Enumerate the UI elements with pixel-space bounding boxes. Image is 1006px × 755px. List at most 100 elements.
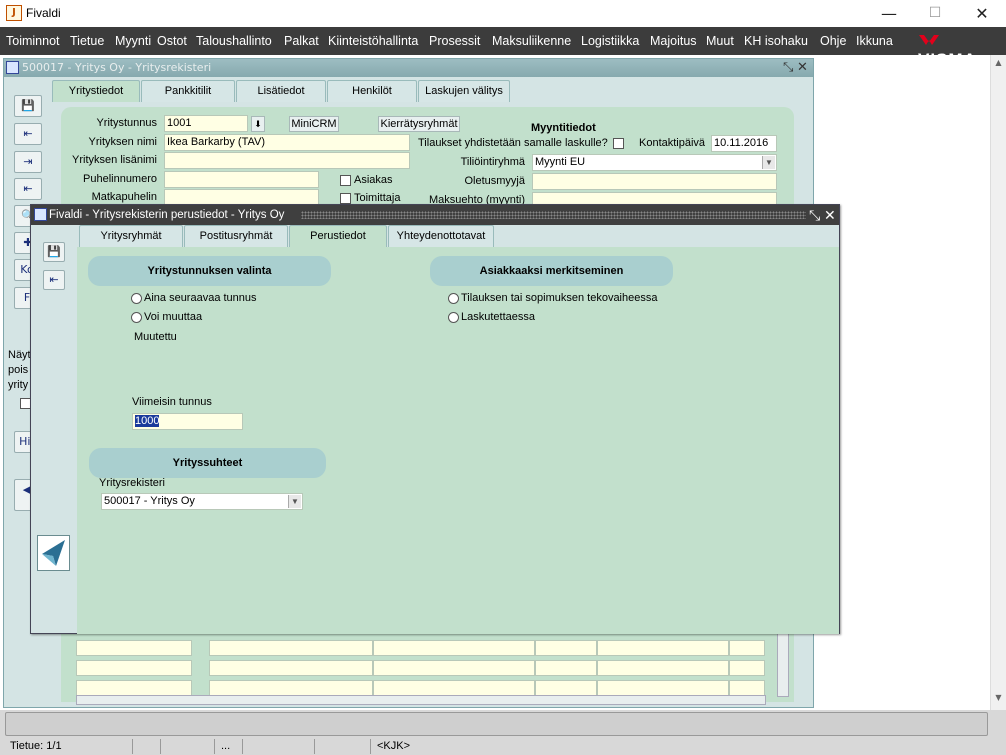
tab-yritysryhmat[interactable]: Yritysryhmät [79, 225, 183, 247]
next-record-icon[interactable]: ⇥ [14, 151, 42, 173]
menu-myynti[interactable]: Myynti [115, 34, 151, 48]
menu-taloushallinto[interactable]: Taloushallinto [196, 34, 272, 48]
grid-vertical-scrollbar[interactable] [777, 627, 789, 697]
bg-frame-title-bar: 500017 - Yritys Oy - Yritysrekisteri ⤡ ✕ [4, 59, 813, 77]
tab-yhteydenottotavat[interactable]: Yhteydenottotavat [388, 225, 494, 247]
dialog-save-icon[interactable]: 💾 [43, 242, 65, 262]
tab-perustiedot[interactable]: Perustiedot [289, 225, 387, 248]
company-name-label: Yrityksen nimi [88, 136, 157, 148]
radio-can-change[interactable] [131, 312, 142, 323]
menu-majoitus[interactable]: Majoitus [650, 34, 697, 48]
download-icon[interactable]: ⬇ [251, 116, 265, 132]
customer-checkbox[interactable] [340, 175, 351, 186]
default-seller-label: Oletusmyyjä [464, 175, 525, 187]
grid-cell[interactable] [76, 660, 192, 676]
grid-horizontal-scrollbar[interactable] [76, 695, 766, 705]
tab-yritystiedot[interactable]: Yritystiedot [52, 80, 140, 102]
grid-cell[interactable] [729, 640, 765, 656]
account-group-value: Myynti EU [535, 156, 586, 168]
registry-select[interactable]: 500017 - Yritys Oy ▼ [101, 493, 303, 510]
menu-palkat[interactable]: Palkat [284, 34, 319, 48]
company-id-input[interactable]: 1001 [164, 115, 248, 132]
dialog-title: Fivaldi - Yritysrekisterin perustiedot -… [49, 209, 285, 221]
company-name-input[interactable]: Ikea Barkarby (TAV) [164, 134, 410, 151]
can-change-label: Voi muuttaa [144, 311, 203, 323]
grid-cell[interactable] [76, 640, 192, 656]
dialog-close-icon[interactable]: ✕ [824, 207, 836, 223]
dialog-exit-icon[interactable]: ⇤ [43, 270, 65, 290]
close-button[interactable]: ✕ [959, 0, 1005, 27]
menu-kh-isohaku[interactable]: KH isohaku [744, 34, 808, 48]
frame-icon [6, 61, 19, 74]
scroll-up-icon[interactable]: ▲ [993, 58, 1004, 70]
grid-cell[interactable] [597, 640, 729, 656]
menu-ohje[interactable]: Ohje [820, 34, 846, 48]
dialog-minimize-icon[interactable]: ⤡ [809, 207, 820, 223]
latest-id-input[interactable]: 1000 [132, 413, 243, 430]
grid-cell[interactable] [373, 660, 535, 676]
menu-kiinteistohallinta[interactable]: Kiinteistöhallinta [328, 34, 418, 48]
grid-cell[interactable] [209, 660, 373, 676]
grid-cell[interactable] [729, 660, 765, 676]
java-app-icon: J [6, 5, 22, 21]
prev-record-icon[interactable]: ⇤ [14, 178, 42, 200]
desktop-vertical-scrollbar[interactable]: ▲ ▼ [990, 55, 1006, 710]
grid-cell[interactable] [597, 680, 729, 696]
chevron-down-icon[interactable]: ▼ [288, 495, 301, 508]
account-group-select[interactable]: Myynti EU ▼ [532, 154, 777, 171]
menu-muut[interactable]: Muut [706, 34, 734, 48]
save-icon[interactable]: 💾 [14, 95, 42, 117]
grid-cell[interactable] [729, 680, 765, 696]
tab-henkilot[interactable]: Henkilöt [327, 80, 417, 102]
grid-cell[interactable] [373, 680, 535, 696]
combine-orders-checkbox[interactable] [613, 138, 624, 149]
menu-toiminnot[interactable]: Toiminnot [6, 34, 60, 48]
contact-date-input[interactable]: 10.11.2016 [711, 135, 777, 152]
radio-at-invoicing[interactable] [448, 312, 459, 323]
phone-input[interactable] [164, 171, 319, 188]
supplier-checkbox[interactable] [340, 193, 351, 204]
bg-frame-minimize-icon[interactable]: ⤡ [783, 60, 793, 76]
radio-at-order[interactable] [448, 293, 459, 304]
minimize-button[interactable]: — [866, 0, 912, 27]
menu-prosessit[interactable]: Prosessit [429, 34, 480, 48]
grid-cell[interactable] [209, 680, 373, 696]
status-mode: <KJK> [370, 739, 490, 754]
menu-maksuliikenne[interactable]: Maksuliikenne [492, 34, 571, 48]
chevron-down-icon[interactable]: ▼ [762, 156, 775, 169]
grid-cell[interactable] [209, 640, 373, 656]
radio-always-next[interactable] [131, 293, 142, 304]
grid-cell[interactable] [535, 660, 597, 676]
at-order-label: Tilauksen tai sopimuksen tekovaiheessa [461, 292, 658, 304]
tab-laskujen-valitys[interactable]: Laskujen välitys [418, 80, 510, 102]
side-label-pois: pois [8, 364, 29, 376]
exit-icon[interactable]: ⇤ [14, 123, 42, 145]
status-cell-empty [314, 739, 370, 754]
default-seller-input[interactable] [532, 173, 777, 190]
additional-name-input[interactable] [164, 152, 410, 169]
scroll-down-icon[interactable]: ▼ [993, 693, 1004, 705]
bg-frame-close-icon[interactable]: ✕ [797, 60, 808, 76]
grid-cell[interactable] [535, 640, 597, 656]
recycling-groups-button[interactable]: Kierrätysryhmät [378, 116, 460, 132]
grid-cell[interactable] [597, 660, 729, 676]
latest-id-value: 1000 [135, 415, 160, 427]
tab-lisatiedot[interactable]: Lisätiedot [236, 80, 326, 102]
window-title: Fivaldi [26, 6, 61, 20]
minicrm-button[interactable]: MiniCRM [289, 116, 339, 132]
maximize-button[interactable]: ☐ [912, 0, 958, 27]
dialog-title-bar: Fivaldi - Yritysrekisterin perustiedot -… [31, 205, 839, 225]
menu-ostot[interactable]: Ostot [157, 34, 187, 48]
menu-logistiikka[interactable]: Logistiikka [581, 34, 639, 48]
tab-pankkitilit[interactable]: Pankkitilit [141, 80, 235, 102]
grid-cell[interactable] [373, 640, 535, 656]
registry-value: 500017 - Yritys Oy [104, 495, 195, 507]
tab-postitusryhmat[interactable]: Postitusryhmät [184, 225, 288, 247]
grid-cell[interactable] [535, 680, 597, 696]
status-record: Tietue: 1/1 [10, 740, 62, 752]
grid-cell[interactable] [76, 680, 192, 696]
menu-ikkuna[interactable]: Ikkuna [856, 34, 893, 48]
side-label-nayt: Näyt [8, 349, 31, 361]
menu-tietue[interactable]: Tietue [70, 34, 104, 48]
dialog-frame-icon [34, 208, 47, 221]
